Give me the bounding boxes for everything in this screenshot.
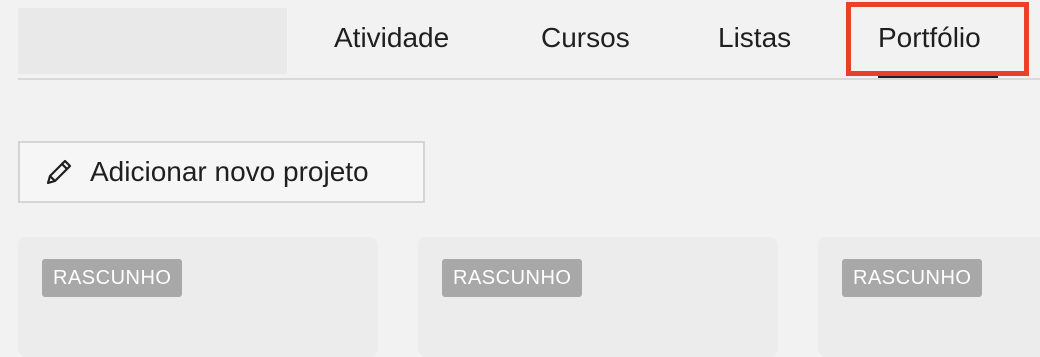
tabs-divider bbox=[18, 78, 1040, 80]
status-badge: RASCUNHO bbox=[842, 259, 983, 297]
tab-listas[interactable]: Listas bbox=[718, 20, 791, 56]
project-card[interactable]: RASCUNHO bbox=[18, 237, 378, 357]
status-badge: RASCUNHO bbox=[42, 259, 183, 297]
add-project-label: Adicionar novo projeto bbox=[90, 156, 369, 187]
status-badge: RASCUNHO bbox=[442, 259, 583, 297]
project-card[interactable]: RASCUNHO bbox=[818, 237, 1040, 357]
tab-atividade[interactable]: Atividade bbox=[334, 20, 449, 56]
highlight-box bbox=[846, 2, 1029, 76]
pencil-icon bbox=[42, 155, 76, 189]
project-card[interactable]: RASCUNHO bbox=[418, 237, 778, 357]
add-project-button[interactable]: Adicionar novo projeto bbox=[18, 141, 425, 203]
tab-cursos[interactable]: Cursos bbox=[541, 20, 630, 56]
